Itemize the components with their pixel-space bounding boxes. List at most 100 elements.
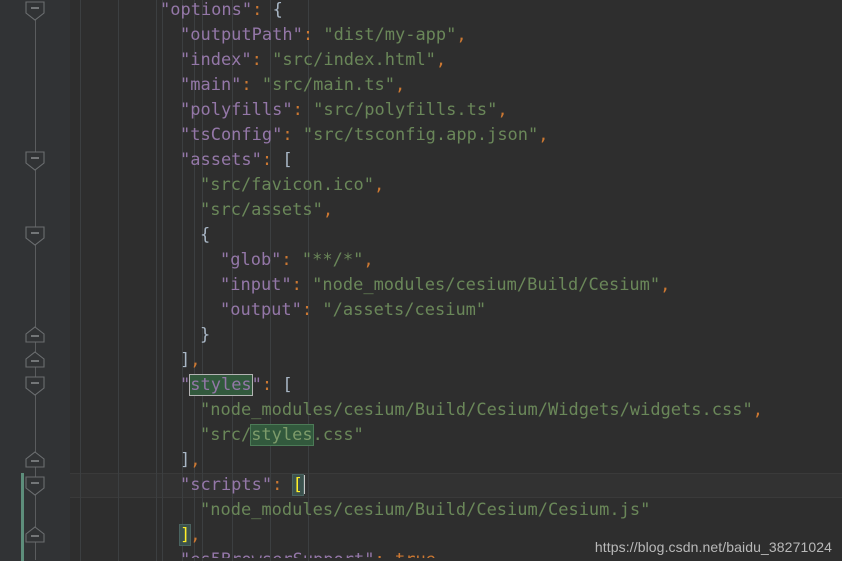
code-line[interactable]: "src/styles.css" bbox=[200, 423, 364, 448]
fold-toggle-collapsed-end-icon[interactable] bbox=[23, 450, 47, 472]
code-line[interactable]: "tsConfig": "src/tsconfig.app.json", bbox=[180, 123, 549, 148]
code-token-brk: { bbox=[200, 225, 211, 245]
fold-toggle-expanded-icon[interactable] bbox=[23, 475, 47, 497]
code-token-brk: [ bbox=[282, 150, 293, 170]
code-token-key: "glob" bbox=[220, 250, 282, 270]
code-line[interactable]: "node_modules/cesium/Build/Cesium/Cesium… bbox=[200, 498, 650, 523]
code-token-str: "src/favicon.ico" bbox=[200, 175, 374, 195]
code-line[interactable]: ], bbox=[178, 523, 201, 548]
code-token-key: " bbox=[180, 375, 191, 395]
code-content-area[interactable]: "options": {"outputPath": "dist/my-app",… bbox=[70, 0, 842, 561]
code-line[interactable]: "main": "src/main.ts", bbox=[180, 73, 405, 98]
code-token-punc: : bbox=[261, 150, 273, 170]
code-token-key: "polyfills" bbox=[180, 100, 293, 120]
code-token-punc: , bbox=[497, 100, 508, 120]
code-token-brk: ] bbox=[180, 350, 191, 370]
code-token-key: "index" bbox=[180, 50, 252, 70]
text-caret bbox=[302, 475, 305, 494]
code-line[interactable]: "styles": [ bbox=[180, 373, 293, 398]
editor-gutter[interactable] bbox=[0, 0, 70, 561]
code-line[interactable]: { bbox=[200, 223, 210, 248]
code-line[interactable]: "options": { bbox=[160, 0, 283, 23]
vcs-change-bar bbox=[21, 473, 24, 561]
code-token-punc: , bbox=[752, 400, 763, 420]
code-token-brk: ] bbox=[180, 450, 191, 470]
code-line[interactable]: "glob": "**/*", bbox=[220, 248, 374, 273]
code-line[interactable]: "output": "/assets/cesium" bbox=[220, 298, 486, 323]
fold-toggle-collapsed-end-icon[interactable] bbox=[23, 325, 47, 347]
code-token-str: "**/*" bbox=[301, 250, 364, 270]
code-line[interactable]: ], bbox=[180, 448, 201, 473]
code-token-punc: , bbox=[322, 200, 334, 220]
code-token-punc: : bbox=[251, 50, 262, 70]
code-line[interactable]: "outputPath": "dist/my-app", bbox=[180, 23, 467, 48]
code-line[interactable]: } bbox=[200, 323, 210, 348]
indent-guide bbox=[80, 0, 81, 561]
code-token-brk: } bbox=[200, 325, 211, 345]
code-token-key: "assets" bbox=[180, 150, 262, 170]
indent-guide bbox=[156, 0, 157, 561]
code-token-punc: : bbox=[291, 275, 302, 295]
code-line[interactable]: "index": "src/index.html", bbox=[180, 48, 446, 73]
code-token-brk: [ bbox=[282, 375, 293, 395]
code-line[interactable]: "assets": [ bbox=[180, 148, 293, 173]
fold-toggle-collapsed-end-icon[interactable] bbox=[23, 525, 47, 547]
search-match-current: styles bbox=[189, 374, 253, 396]
code-token-str: "src/tsconfig.app.json" bbox=[302, 125, 539, 145]
code-token-key: "es5BrowserSupport" bbox=[180, 550, 375, 561]
fold-toggle-expanded-icon[interactable] bbox=[23, 375, 47, 397]
code-token-punc: : bbox=[302, 25, 314, 45]
code-token-key: " bbox=[251, 375, 262, 395]
fold-toggle-expanded-icon[interactable] bbox=[23, 150, 47, 172]
code-token-punc: , bbox=[435, 50, 447, 70]
code-token-str: "node_modules/cesium/Build/Cesium" bbox=[312, 275, 661, 295]
code-token-str: "node_modules/cesium/Build/Cesium/Cesium… bbox=[200, 500, 651, 520]
code-token-str: "src/assets" bbox=[200, 200, 323, 220]
code-line[interactable]: "input": "node_modules/cesium/Build/Cesi… bbox=[220, 273, 670, 298]
code-token-str: "src/ bbox=[200, 425, 252, 445]
code-token-punc: : bbox=[261, 375, 273, 395]
code-token-str: "src/index.html" bbox=[272, 50, 436, 70]
code-token-str: "dist/my-app" bbox=[323, 25, 457, 45]
code-token-punc: , bbox=[190, 350, 201, 370]
code-token-str: .css" bbox=[312, 425, 364, 445]
code-token-punc: : bbox=[241, 75, 252, 95]
code-token-str: "src/polyfills.ts" bbox=[313, 100, 498, 120]
code-line[interactable]: "scripts": [ bbox=[180, 473, 305, 498]
code-token-key: "outputPath" bbox=[180, 25, 303, 45]
code-line[interactable]: "polyfills": "src/polyfills.ts", bbox=[180, 98, 508, 123]
code-token-key: "main" bbox=[180, 75, 242, 95]
bracket-match-highlight: [ bbox=[291, 474, 304, 496]
code-token-key: "options" bbox=[160, 0, 253, 20]
fold-toggle-expanded-icon[interactable] bbox=[23, 0, 47, 22]
code-line[interactable]: "src/assets", bbox=[200, 198, 333, 223]
fold-gutter[interactable] bbox=[0, 0, 70, 561]
code-editor[interactable]: "options": {"outputPath": "dist/my-app",… bbox=[0, 0, 842, 561]
code-token-key: "output" bbox=[220, 300, 302, 320]
code-token-punc: , bbox=[394, 75, 406, 95]
code-line[interactable]: ], bbox=[180, 348, 201, 373]
fold-toggle-expanded-icon[interactable] bbox=[23, 225, 47, 247]
code-token-punc: : bbox=[272, 475, 283, 495]
code-line[interactable]: "src/favicon.ico", bbox=[200, 173, 384, 198]
code-token-punc: , bbox=[190, 525, 201, 545]
code-token-punc: : bbox=[292, 100, 303, 120]
code-token-punc: , bbox=[660, 275, 671, 295]
fold-toggle-collapsed-end-icon[interactable] bbox=[23, 350, 47, 372]
code-line[interactable]: "node_modules/cesium/Build/Cesium/Widget… bbox=[200, 398, 763, 423]
code-token-punc: : bbox=[301, 300, 313, 320]
code-token-str: "/assets/cesium" bbox=[322, 300, 487, 320]
